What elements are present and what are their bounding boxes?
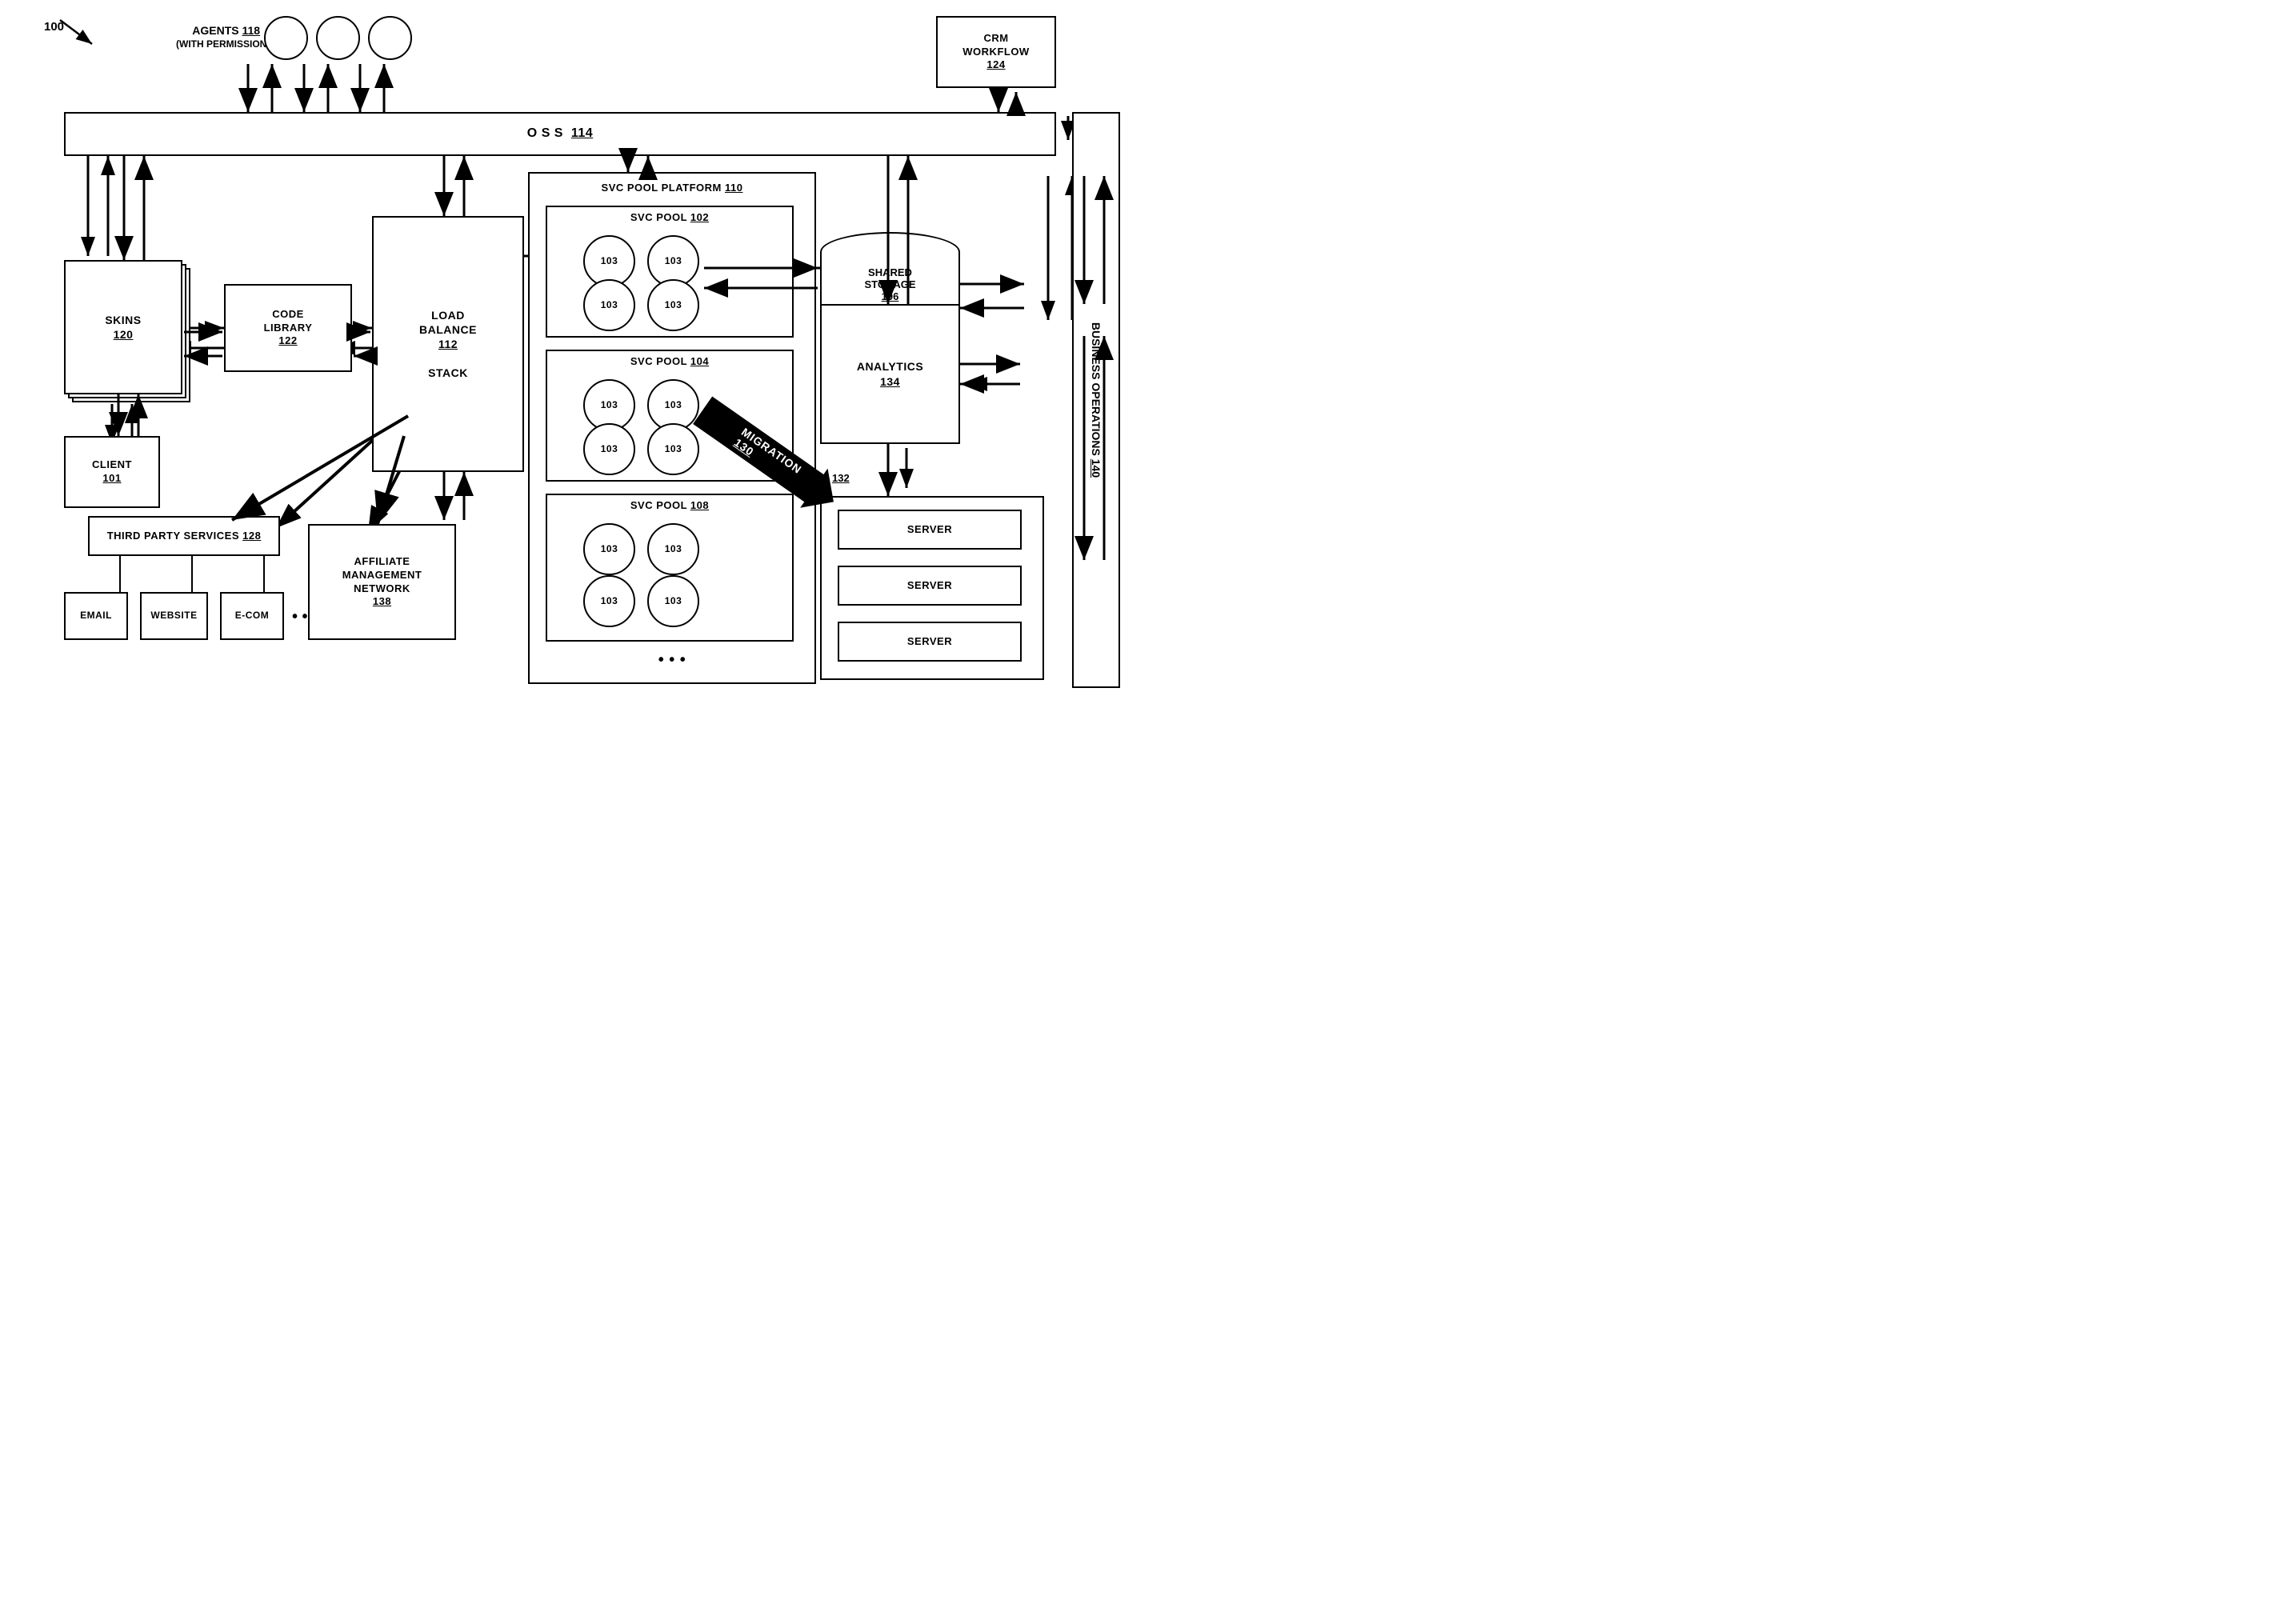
node-103-7: 103 <box>583 423 635 475</box>
svc-pool-104-label: SVC POOL 104 <box>547 355 792 369</box>
server1-box: SERVER <box>838 510 1022 550</box>
ellipsis-dots: • • • <box>530 650 814 670</box>
agents-ref: 118 <box>242 24 260 37</box>
third-party-label: THIRD PARTY SERVICES 128 <box>107 530 262 543</box>
svc-pool-platform-box: SVC POOL PLATFORM 110 SVC POOL 102 103 1… <box>528 172 816 684</box>
server1-label: SERVER <box>907 523 952 537</box>
business-ops-label: BUSINESS OPERATIONS 140 <box>1090 322 1102 478</box>
analytics-label: ANALYTICS134 <box>857 359 923 388</box>
shared-storage-ref: 106 <box>882 290 899 302</box>
agents-label: AGENTS 118 (WITH PERMISSIONS) <box>176 24 276 50</box>
node-103-12: 103 <box>647 575 699 627</box>
node-103-4: 103 <box>647 279 699 331</box>
load-balance-box: LOADBALANCE112STACK <box>372 216 524 472</box>
server3-box: SERVER <box>838 622 1022 662</box>
svc-pool-platform-label: SVC POOL PLATFORM 110 <box>530 182 814 195</box>
server-group-box: SERVER SERVER SERVER <box>820 496 1044 680</box>
agent-circle-1 <box>264 16 308 60</box>
skins-label: SKINS120 <box>105 313 141 342</box>
skins-stack: SKINS120 <box>64 260 192 412</box>
svc-pool-108-box: SVC POOL 108 103 103 103 103 <box>546 494 794 642</box>
load-balance-label: LOADBALANCE112STACK <box>419 308 477 381</box>
third-party-box: THIRD PARTY SERVICES 128 <box>88 516 280 556</box>
affiliate-box: AFFILIATEMANAGEMENTNETWORK138 <box>308 524 456 640</box>
code-library-label: CODELIBRARY122 <box>264 308 313 349</box>
affiliate-label: AFFILIATEMANAGEMENTNETWORK138 <box>342 555 422 610</box>
node-103-11: 103 <box>583 575 635 627</box>
crm-workflow-box: CRM WORKFLOW 124 <box>936 16 1056 88</box>
shared-storage-label: SHAREDSTORAGE <box>864 266 915 290</box>
server3-label: SERVER <box>907 635 952 649</box>
crm-ref: 124 <box>986 58 1005 72</box>
node-103-10: 103 <box>647 523 699 575</box>
email-label: EMAIL <box>80 610 112 622</box>
client-box: CLIENT101 <box>64 436 160 508</box>
node-103-9: 103 <box>583 523 635 575</box>
website-label: WEBSITE <box>150 610 197 622</box>
crm-label: CRM WORKFLOW <box>962 32 1029 59</box>
agent-circle-2 <box>316 16 360 60</box>
node-103-8: 103 <box>647 423 699 475</box>
server-group-ref: 132 <box>832 472 850 484</box>
analytics-box: ANALYTICS134 <box>820 304 960 444</box>
business-ops-bar: BUSINESS OPERATIONS 140 <box>1072 112 1120 688</box>
ecom-label: E-COM <box>235 610 270 622</box>
server2-box: SERVER <box>838 566 1022 606</box>
svc-pool-102-label: SVC POOL 102 <box>547 211 792 225</box>
svc-pool-108-label: SVC POOL 108 <box>547 499 792 513</box>
oss-label: O S S 114 <box>527 126 593 142</box>
ref-100-arrow <box>52 12 100 52</box>
oss-bar: O S S 114 <box>64 112 1056 156</box>
client-label: CLIENT101 <box>92 458 132 486</box>
diagram: 100 AGENTS 118 (WITH PERMISSIONS) CRM WO… <box>0 0 1138 812</box>
server2-label: SERVER <box>907 579 952 593</box>
code-library-box: CODELIBRARY122 <box>224 284 352 372</box>
node-103-3: 103 <box>583 279 635 331</box>
svc-pool-102-box: SVC POOL 102 103 103 103 103 <box>546 206 794 338</box>
third-party-lines <box>80 556 320 604</box>
agent-circle-3 <box>368 16 412 60</box>
